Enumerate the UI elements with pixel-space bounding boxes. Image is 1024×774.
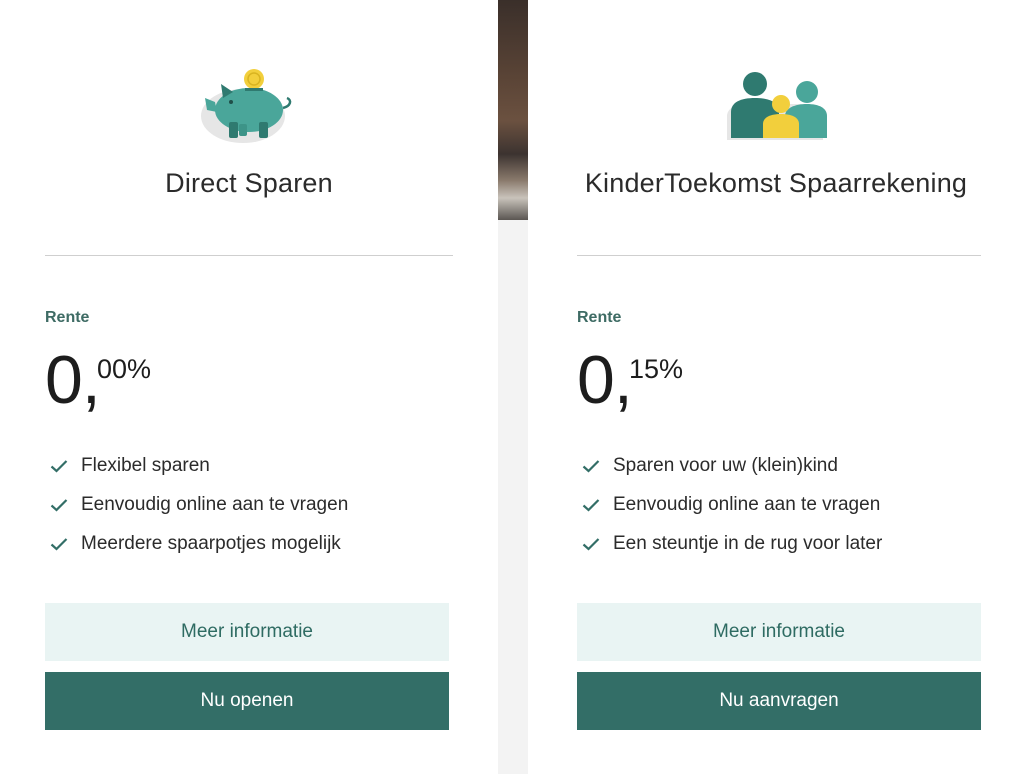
check-icon [582,498,600,512]
open-account-button[interactable]: Nu openen [45,672,449,730]
more-info-button[interactable]: Meer informatie [45,603,449,661]
rate-decimal: 15% [629,354,684,384]
apply-button[interactable]: Nu aanvragen [577,672,981,730]
background-gap [498,220,528,774]
product-card-kindertoekomst: KinderToekomst Spaarrekening Rente 0, 15… [528,0,1024,774]
check-icon [50,537,68,551]
feature-text: Eenvoudig online aan te vragen [613,493,881,515]
feature-list: Sparen voor uw (klein)kind Eenvoudig onl… [582,446,882,563]
feature-text: Meerdere spaarpotjes mogelijk [81,532,341,554]
feature-item: Een steuntje in de rug voor later [582,524,882,563]
card-title: KinderToekomst Spaarrekening [584,168,968,198]
feature-text: Eenvoudig online aan te vragen [81,493,349,515]
more-info-button[interactable]: Meer informatie [577,603,981,661]
family-icon [723,68,831,144]
piggy-bank-icon [195,62,305,152]
check-icon [50,498,68,512]
product-card-direct-sparen: Direct Sparen Rente 0, 00% Flexibel spar… [0,0,498,774]
feature-item: Meerdere spaarpotjes mogelijk [50,524,348,563]
check-icon [582,537,600,551]
feature-text: Sparen voor uw (klein)kind [613,454,838,476]
check-icon [582,459,600,473]
feature-item: Eenvoudig online aan te vragen [50,485,348,524]
card-title: Direct Sparen [165,168,333,198]
feature-text: Een steuntje in de rug voor later [613,532,883,554]
feature-item: Eenvoudig online aan te vragen [582,485,882,524]
rate-label: Rente [45,309,90,326]
rate-decimal: 00% [97,354,152,384]
feature-list: Flexibel sparen Eenvoudig online aan te … [50,446,348,563]
divider [45,255,453,256]
interest-rate: 0, 00% [45,340,151,420]
background-photo-strip [498,0,528,220]
rate-label: Rente [577,309,622,326]
interest-rate: 0, 15% [577,340,683,420]
feature-text: Flexibel sparen [81,454,210,476]
rate-integer: 0, [577,342,633,418]
feature-item: Flexibel sparen [50,446,348,485]
feature-item: Sparen voor uw (klein)kind [582,446,882,485]
rate-integer: 0, [45,342,101,418]
divider [577,255,981,256]
check-icon [50,459,68,473]
